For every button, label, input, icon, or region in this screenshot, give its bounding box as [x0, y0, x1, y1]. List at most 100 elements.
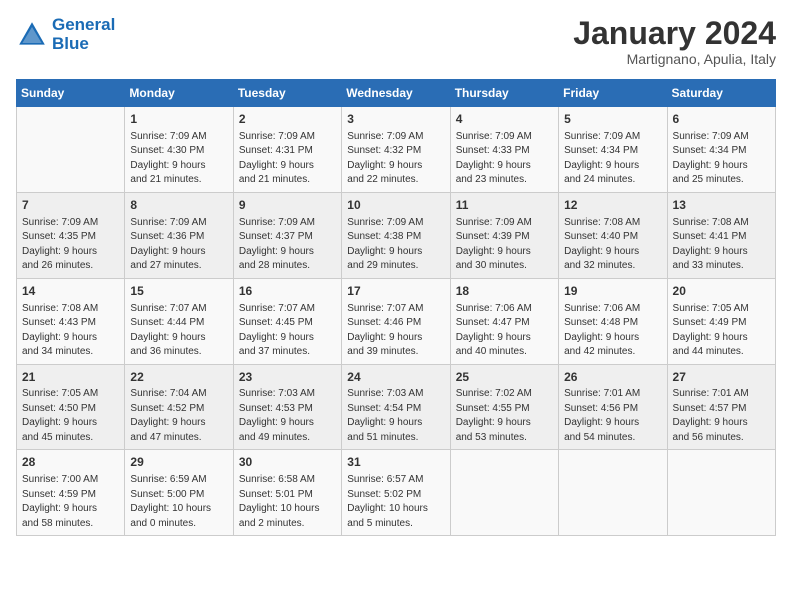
- calendar-cell: 25Sunrise: 7:02 AM Sunset: 4:55 PM Dayli…: [450, 364, 558, 450]
- day-number: 26: [564, 369, 661, 386]
- calendar-cell: 13Sunrise: 7:08 AM Sunset: 4:41 PM Dayli…: [667, 192, 775, 278]
- day-number: 8: [130, 197, 227, 214]
- calendar-cell: [450, 450, 558, 536]
- day-number: 3: [347, 111, 444, 128]
- calendar-cell: 3 Sunrise: 7:09 AM Sunset: 4:32 PM Daylig…: [342, 107, 450, 193]
- day-info: Sunrise: 7:05 AM Sunset: 4:49 PM Dayligh…: [673, 302, 770, 360]
- day-number: 17: [347, 283, 444, 300]
- weekday-header-thursday: Thursday: [450, 80, 558, 107]
- day-info: Sunrise: 7:05 AM Sunset: 4:50 PM Dayligh…: [22, 387, 119, 445]
- day-info: Sunrise: 7:08 AM Sunset: 4:40 PM Dayligh…: [564, 216, 661, 274]
- calendar-week-row: 28 Sunrise: 7:00 AM Sunset: 4:59 PM Dayli…: [17, 450, 776, 536]
- calendar-cell: 11 Sunrise: 7:09 AM Sunset: 4:39 PM Dayli…: [450, 192, 558, 278]
- day-info: Sunrise: 7:09 AM Sunset: 4:35 PM Dayligh…: [22, 216, 119, 274]
- calendar-cell: 15 Sunrise: 7:07 AM Sunset: 4:44 PM Dayli…: [125, 278, 233, 364]
- day-number: 31: [347, 454, 444, 471]
- page-header: General Blue January 2024 Martignano, Ap…: [16, 16, 776, 67]
- day-info: Sunrise: 7:08 AM Sunset: 4:43 PM Dayligh…: [22, 302, 119, 360]
- calendar-week-row: 21Sunrise: 7:05 AM Sunset: 4:50 PM Dayli…: [17, 364, 776, 450]
- day-info: Sunrise: 7:01 AM Sunset: 4:56 PM Dayligh…: [564, 387, 661, 445]
- day-number: 22: [130, 369, 227, 386]
- calendar-cell: 28 Sunrise: 7:00 AM Sunset: 4:59 PM Dayli…: [17, 450, 125, 536]
- day-number: 24: [347, 369, 444, 386]
- day-info: Sunrise: 7:02 AM Sunset: 4:55 PM Dayligh…: [456, 387, 553, 445]
- day-info: Sunrise: 7:09 AM Sunset: 4:36 PM Dayligh…: [130, 216, 227, 274]
- day-info: Sunrise: 7:09 AM Sunset: 4:34 PM Dayligh…: [673, 130, 770, 188]
- day-info: Sunrise: 6:57 AM Sunset: 5:02 PM Dayligh…: [347, 473, 444, 531]
- logo-icon: [16, 19, 48, 51]
- day-number: 25: [456, 369, 553, 386]
- calendar-cell: 4 Sunrise: 7:09 AM Sunset: 4:33 PM Daylig…: [450, 107, 558, 193]
- month-title: January 2024: [573, 16, 776, 51]
- calendar-cell: 23Sunrise: 7:03 AM Sunset: 4:53 PM Dayli…: [233, 364, 341, 450]
- day-number: 28: [22, 454, 119, 471]
- calendar-cell: 10 Sunrise: 7:09 AM Sunset: 4:38 PM Dayli…: [342, 192, 450, 278]
- day-info: Sunrise: 7:09 AM Sunset: 4:31 PM Dayligh…: [239, 130, 336, 188]
- day-info: Sunrise: 7:04 AM Sunset: 4:52 PM Dayligh…: [130, 387, 227, 445]
- logo-text: General Blue: [52, 16, 115, 53]
- day-info: Sunrise: 7:06 AM Sunset: 4:47 PM Dayligh…: [456, 302, 553, 360]
- weekday-header-tuesday: Tuesday: [233, 80, 341, 107]
- day-info: Sunrise: 7:09 AM Sunset: 4:39 PM Dayligh…: [456, 216, 553, 274]
- weekday-header-wednesday: Wednesday: [342, 80, 450, 107]
- day-info: Sunrise: 7:08 AM Sunset: 4:41 PM Dayligh…: [673, 216, 770, 274]
- calendar-table: SundayMondayTuesdayWednesdayThursdayFrid…: [16, 79, 776, 536]
- day-number: 4: [456, 111, 553, 128]
- calendar-week-row: 14 Sunrise: 7:08 AM Sunset: 4:43 PM Dayli…: [17, 278, 776, 364]
- calendar-cell: 30 Sunrise: 6:58 AM Sunset: 5:01 PM Dayli…: [233, 450, 341, 536]
- calendar-cell: 24Sunrise: 7:03 AM Sunset: 4:54 PM Dayli…: [342, 364, 450, 450]
- calendar-week-row: 7Sunrise: 7:09 AM Sunset: 4:35 PM Daylig…: [17, 192, 776, 278]
- calendar-cell: [667, 450, 775, 536]
- day-info: Sunrise: 7:07 AM Sunset: 4:44 PM Dayligh…: [130, 302, 227, 360]
- calendar-cell: 26Sunrise: 7:01 AM Sunset: 4:56 PM Dayli…: [559, 364, 667, 450]
- day-number: 18: [456, 283, 553, 300]
- calendar-cell: 1 Sunrise: 7:09 AM Sunset: 4:30 PM Daylig…: [125, 107, 233, 193]
- calendar-cell: 6Sunrise: 7:09 AM Sunset: 4:34 PM Daylig…: [667, 107, 775, 193]
- day-number: 20: [673, 283, 770, 300]
- day-number: 5: [564, 111, 661, 128]
- weekday-header-row: SundayMondayTuesdayWednesdayThursdayFrid…: [17, 80, 776, 107]
- calendar-cell: 12 Sunrise: 7:08 AM Sunset: 4:40 PM Dayli…: [559, 192, 667, 278]
- day-number: 27: [673, 369, 770, 386]
- calendar-cell: 2Sunrise: 7:09 AM Sunset: 4:31 PM Daylig…: [233, 107, 341, 193]
- day-number: 1: [130, 111, 227, 128]
- day-info: Sunrise: 7:09 AM Sunset: 4:34 PM Dayligh…: [564, 130, 661, 188]
- day-info: Sunrise: 7:09 AM Sunset: 4:33 PM Dayligh…: [456, 130, 553, 188]
- calendar-cell: 7Sunrise: 7:09 AM Sunset: 4:35 PM Daylig…: [17, 192, 125, 278]
- day-number: 12: [564, 197, 661, 214]
- calendar-week-row: 1 Sunrise: 7:09 AM Sunset: 4:30 PM Daylig…: [17, 107, 776, 193]
- title-block: January 2024 Martignano, Apulia, Italy: [573, 16, 776, 67]
- logo: General Blue: [16, 16, 115, 53]
- day-info: Sunrise: 7:03 AM Sunset: 4:53 PM Dayligh…: [239, 387, 336, 445]
- calendar-cell: 17 Sunrise: 7:07 AM Sunset: 4:46 PM Dayli…: [342, 278, 450, 364]
- day-number: 15: [130, 283, 227, 300]
- calendar-cell: 20 Sunrise: 7:05 AM Sunset: 4:49 PM Dayli…: [667, 278, 775, 364]
- calendar-cell: 9 Sunrise: 7:09 AM Sunset: 4:37 PM Daylig…: [233, 192, 341, 278]
- calendar-cell: 31 Sunrise: 6:57 AM Sunset: 5:02 PM Dayli…: [342, 450, 450, 536]
- calendar-cell: 19Sunrise: 7:06 AM Sunset: 4:48 PM Dayli…: [559, 278, 667, 364]
- day-info: Sunrise: 7:09 AM Sunset: 4:32 PM Dayligh…: [347, 130, 444, 188]
- day-info: Sunrise: 7:09 AM Sunset: 4:37 PM Dayligh…: [239, 216, 336, 274]
- calendar-cell: 21Sunrise: 7:05 AM Sunset: 4:50 PM Dayli…: [17, 364, 125, 450]
- day-number: 14: [22, 283, 119, 300]
- day-info: Sunrise: 7:07 AM Sunset: 4:45 PM Dayligh…: [239, 302, 336, 360]
- weekday-header-sunday: Sunday: [17, 80, 125, 107]
- calendar-cell: 5 Sunrise: 7:09 AM Sunset: 4:34 PM Daylig…: [559, 107, 667, 193]
- day-number: 11: [456, 197, 553, 214]
- day-info: Sunrise: 7:07 AM Sunset: 4:46 PM Dayligh…: [347, 302, 444, 360]
- day-number: 16: [239, 283, 336, 300]
- day-info: Sunrise: 7:09 AM Sunset: 4:30 PM Dayligh…: [130, 130, 227, 188]
- day-info: Sunrise: 7:03 AM Sunset: 4:54 PM Dayligh…: [347, 387, 444, 445]
- calendar-cell: 22Sunrise: 7:04 AM Sunset: 4:52 PM Dayli…: [125, 364, 233, 450]
- day-info: Sunrise: 7:00 AM Sunset: 4:59 PM Dayligh…: [22, 473, 119, 531]
- day-info: Sunrise: 7:09 AM Sunset: 4:38 PM Dayligh…: [347, 216, 444, 274]
- weekday-header-monday: Monday: [125, 80, 233, 107]
- calendar-cell: [559, 450, 667, 536]
- day-number: 30: [239, 454, 336, 471]
- day-number: 10: [347, 197, 444, 214]
- day-number: 23: [239, 369, 336, 386]
- calendar-cell: 8 Sunrise: 7:09 AM Sunset: 4:36 PM Daylig…: [125, 192, 233, 278]
- day-info: Sunrise: 6:58 AM Sunset: 5:01 PM Dayligh…: [239, 473, 336, 531]
- calendar-cell: 14 Sunrise: 7:08 AM Sunset: 4:43 PM Dayli…: [17, 278, 125, 364]
- day-number: 9: [239, 197, 336, 214]
